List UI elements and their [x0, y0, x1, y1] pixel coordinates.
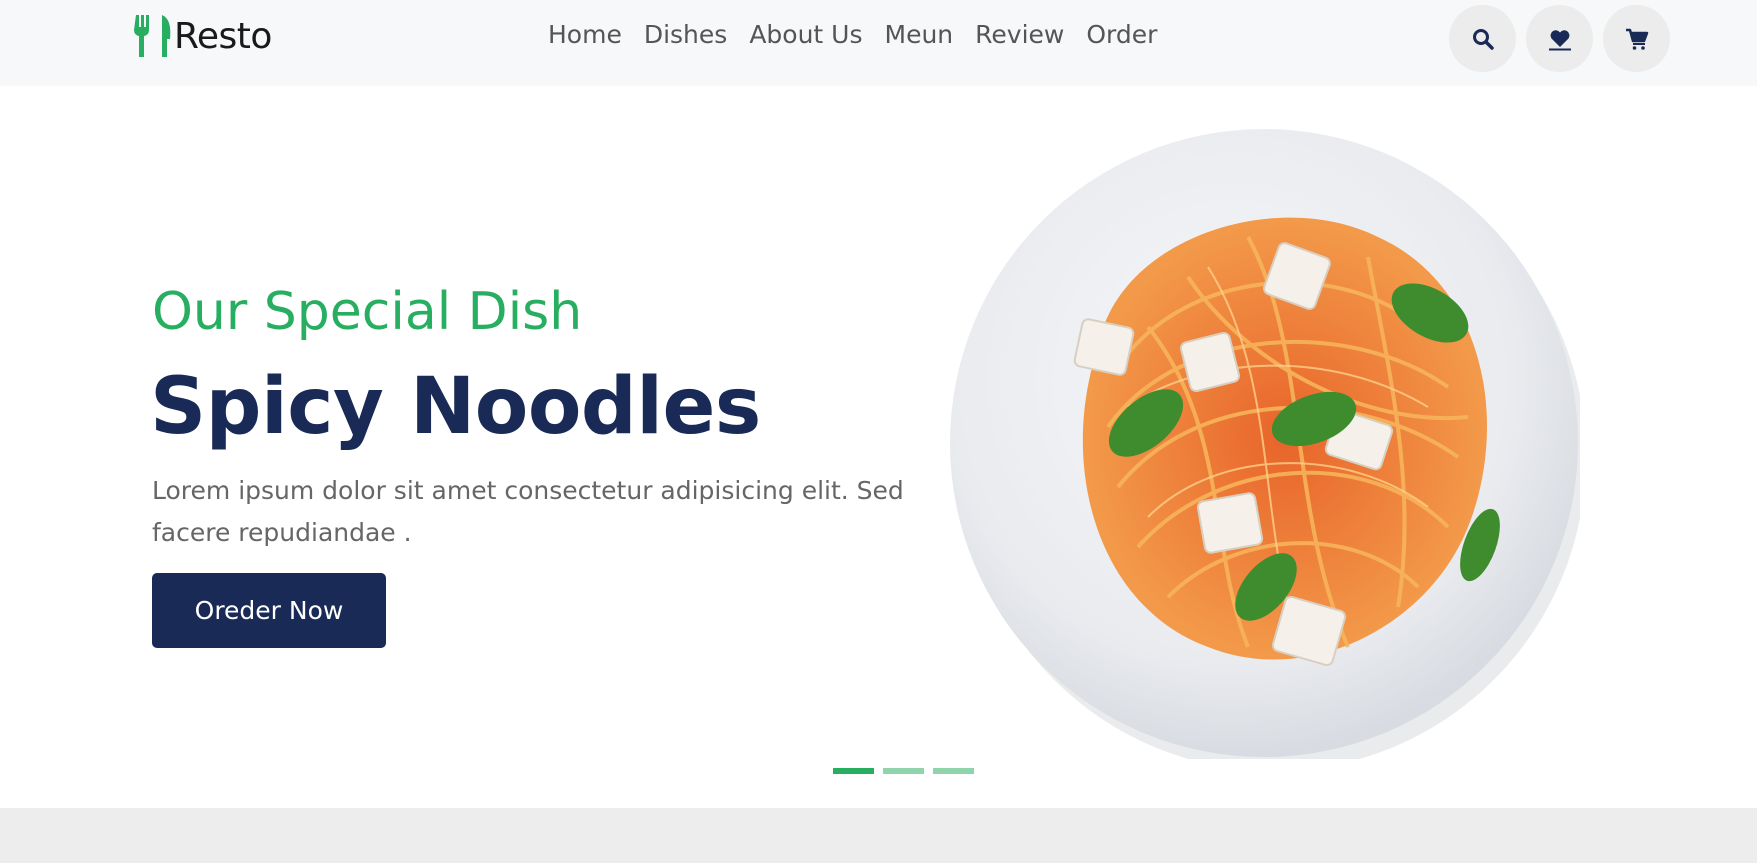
logo[interactable]: Resto — [134, 14, 272, 58]
nav-home[interactable]: Home — [548, 20, 622, 49]
nav-order[interactable]: Order — [1086, 20, 1157, 49]
cart-icon — [1625, 28, 1648, 50]
order-now-button[interactable]: Oreder Now — [152, 573, 386, 648]
nav-menu[interactable]: Meun — [885, 20, 954, 49]
search-button[interactable] — [1449, 5, 1516, 72]
slider-dot[interactable] — [933, 768, 974, 774]
nav-about-us[interactable]: About Us — [749, 20, 862, 49]
hero-slide: Our Special Dish Spicy Noodles Lorem ips… — [0, 86, 1757, 808]
hero-subtitle: Our Special Dish — [152, 282, 583, 342]
hero-title: Spicy Noodles — [150, 362, 761, 452]
slider-pagination — [833, 768, 974, 774]
favorites-button[interactable] — [1526, 5, 1593, 72]
slider-dot[interactable] — [833, 768, 874, 774]
site-header: Resto Home Dishes About Us Meun Review O… — [0, 0, 1757, 86]
utensils-icon — [134, 15, 171, 57]
cart-button[interactable] — [1603, 5, 1670, 72]
hero-description: Lorem ipsum dolor sit amet consectetur a… — [152, 476, 904, 547]
spaghetti-plate-image — [950, 129, 1580, 759]
logo-text: Resto — [174, 15, 272, 57]
search-icon — [1472, 28, 1494, 50]
nav-dishes[interactable]: Dishes — [644, 20, 727, 49]
slider-dot[interactable] — [883, 768, 924, 774]
heart-icon — [1548, 29, 1571, 50]
main-nav: Home Dishes About Us Meun Review Order — [548, 20, 1157, 49]
nav-review[interactable]: Review — [975, 20, 1064, 49]
